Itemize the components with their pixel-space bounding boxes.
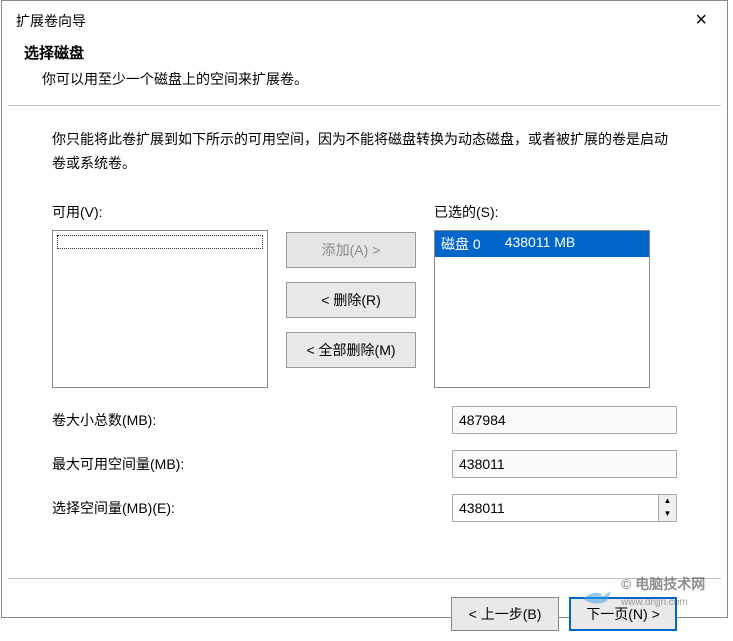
- max-available-row: 最大可用空间量(MB):: [52, 450, 677, 478]
- list-item[interactable]: 磁盘 0 438011 MB: [435, 231, 649, 257]
- selected-listbox[interactable]: 磁盘 0 438011 MB: [434, 230, 650, 388]
- titlebar: 扩展卷向导 ×: [2, 1, 727, 36]
- disk-selection-area: 可用(V): 添加(A) > < 删除(R) < 全部删除(M) 已选的(S):…: [52, 202, 677, 388]
- total-size-field: [452, 406, 677, 434]
- select-space-input[interactable]: [453, 495, 658, 521]
- selected-column: 已选的(S): 磁盘 0 438011 MB: [434, 202, 650, 388]
- next-button[interactable]: 下一页(N) >: [569, 597, 677, 631]
- select-space-spinner[interactable]: ▲ ▼: [452, 494, 677, 522]
- page-title: 选择磁盘: [24, 42, 705, 63]
- transfer-buttons: 添加(A) > < 删除(R) < 全部删除(M): [286, 202, 416, 368]
- list-item-size: 438011 MB: [505, 234, 576, 254]
- available-column: 可用(V):: [52, 202, 268, 388]
- list-item-disk: 磁盘 0: [441, 234, 481, 254]
- wizard-window: 扩展卷向导 × 选择磁盘 你可以用至少一个磁盘上的空间来扩展卷。 你只能将此卷扩…: [1, 0, 728, 618]
- wizard-footer: < 上一步(B) 下一页(N) >: [2, 579, 727, 641]
- total-size-row: 卷大小总数(MB):: [52, 406, 677, 434]
- max-available-field: [452, 450, 677, 478]
- spinner-buttons: ▲ ▼: [658, 495, 676, 521]
- add-button: 添加(A) >: [286, 232, 416, 268]
- available-listbox[interactable]: [52, 230, 268, 388]
- wizard-header: 选择磁盘 你可以用至少一个磁盘上的空间来扩展卷。: [2, 36, 727, 105]
- max-available-label: 最大可用空间量(MB):: [52, 454, 452, 474]
- spinner-down-icon[interactable]: ▼: [659, 508, 676, 521]
- select-space-label: 选择空间量(MB)(E):: [52, 498, 452, 518]
- page-description: 你可以用至少一个磁盘上的空间来扩展卷。: [24, 69, 705, 89]
- available-label: 可用(V):: [52, 202, 268, 222]
- total-size-label: 卷大小总数(MB):: [52, 410, 452, 430]
- spinner-up-icon[interactable]: ▲: [659, 495, 676, 508]
- wizard-body: 你只能将此卷扩展到如下所示的可用空间，因为不能将磁盘转换为动态磁盘，或者被扩展的…: [2, 106, 727, 548]
- selected-label: 已选的(S):: [434, 202, 650, 222]
- select-space-row: 选择空间量(MB)(E): ▲ ▼: [52, 494, 677, 522]
- listbox-focus-rect: [57, 235, 263, 249]
- remove-all-button[interactable]: < 全部删除(M): [286, 332, 416, 368]
- remove-button[interactable]: < 删除(R): [286, 282, 416, 318]
- close-icon[interactable]: ×: [689, 9, 713, 32]
- back-button[interactable]: < 上一步(B): [451, 597, 559, 631]
- info-text: 你只能将此卷扩展到如下所示的可用空间，因为不能将磁盘转换为动态磁盘，或者被扩展的…: [52, 128, 677, 176]
- window-title: 扩展卷向导: [16, 11, 86, 31]
